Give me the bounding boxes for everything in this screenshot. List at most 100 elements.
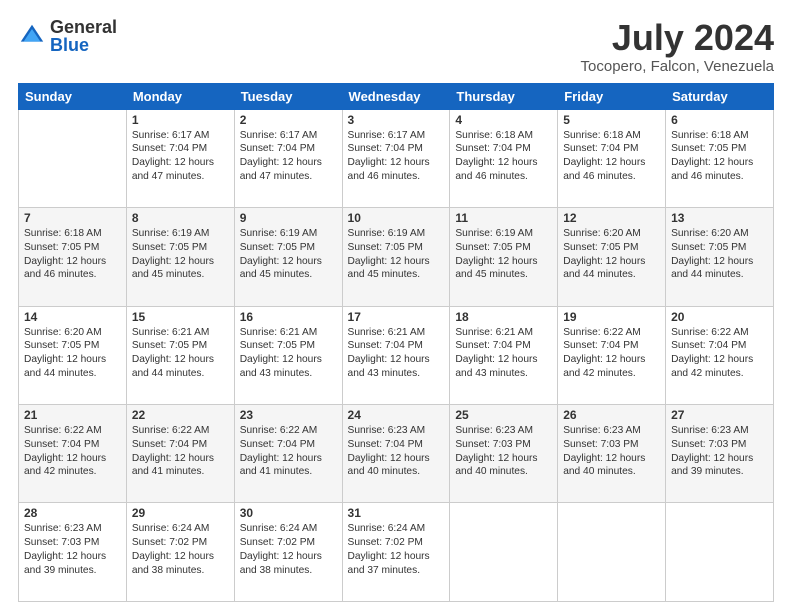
calendar-cell: 26 Sunrise: 6:23 AM Sunset: 7:03 PM Dayli… [558, 405, 666, 503]
day-number: 31 [348, 506, 445, 520]
title-section: July 2024 Tocopero, Falcon, Venezuela [581, 18, 774, 75]
subtitle: Tocopero, Falcon, Venezuela [581, 58, 774, 75]
calendar-cell: 2Sunrise: 6:17 AM Sunset: 7:04 PM Daylig… [234, 109, 342, 207]
calendar-cell: 25 Sunrise: 6:23 AM Sunset: 7:03 PM Dayli… [450, 405, 558, 503]
cell-info: Sunrise: 6:22 AM Sunset: 7:04 PM Dayligh… [24, 424, 121, 479]
calendar-cell: 4 Sunrise: 6:18 AM Sunset: 7:04 PM Daylig… [450, 109, 558, 207]
page: General Blue July 2024 Tocopero, Falcon,… [0, 0, 792, 612]
calendar-cell: 30 Sunrise: 6:24 AM Sunset: 7:02 PM Dayli… [234, 503, 342, 602]
calendar-cell: 24Sunrise: 6:23 AM Sunset: 7:04 PM Dayli… [342, 405, 450, 503]
calendar-cell [19, 109, 127, 207]
cell-info: Sunrise: 6:18 AM Sunset: 7:05 PM Dayligh… [24, 227, 121, 282]
logo-text: General Blue [50, 18, 117, 54]
day-number: 11 [455, 211, 552, 225]
calendar-cell: 27Sunrise: 6:23 AM Sunset: 7:03 PM Dayli… [666, 405, 774, 503]
header: General Blue July 2024 Tocopero, Falcon,… [18, 18, 774, 75]
cell-info: Sunrise: 6:23 AM Sunset: 7:03 PM Dayligh… [24, 522, 121, 577]
calendar-cell: 15 Sunrise: 6:21 AM Sunset: 7:05 PM Dayli… [126, 306, 234, 404]
day-number: 16 [240, 310, 337, 324]
calendar-day-header: Tuesday [234, 83, 342, 109]
day-number: 6 [671, 113, 768, 127]
cell-info: Sunrise: 6:23 AM Sunset: 7:03 PM Dayligh… [563, 424, 660, 479]
calendar-cell: 28 Sunrise: 6:23 AM Sunset: 7:03 PM Dayli… [19, 503, 127, 602]
day-number: 26 [563, 408, 660, 422]
cell-info: Sunrise: 6:21 AM Sunset: 7:04 PM Dayligh… [348, 326, 445, 381]
day-number: 4 [455, 113, 552, 127]
cell-info: Sunrise: 6:23 AM Sunset: 7:04 PM Dayligh… [348, 424, 445, 479]
day-number: 25 [455, 408, 552, 422]
calendar-day-header: Friday [558, 83, 666, 109]
calendar-day-header: Monday [126, 83, 234, 109]
day-number: 30 [240, 506, 337, 520]
cell-info: Sunrise: 6:19 AM Sunset: 7:05 PM Dayligh… [348, 227, 445, 282]
calendar-cell: 8Sunrise: 6:19 AM Sunset: 7:05 PM Daylig… [126, 208, 234, 306]
day-number: 14 [24, 310, 121, 324]
calendar-cell [450, 503, 558, 602]
cell-info: Sunrise: 6:20 AM Sunset: 7:05 PM Dayligh… [24, 326, 121, 381]
logo-icon [18, 22, 46, 50]
calendar-day-header: Wednesday [342, 83, 450, 109]
main-title: July 2024 [581, 18, 774, 58]
calendar-header-row: SundayMondayTuesdayWednesdayThursdayFrid… [19, 83, 774, 109]
calendar-day-header: Saturday [666, 83, 774, 109]
logo-blue: Blue [50, 36, 117, 54]
day-number: 20 [671, 310, 768, 324]
cell-info: Sunrise: 6:23 AM Sunset: 7:03 PM Dayligh… [671, 424, 768, 479]
logo: General Blue [18, 18, 117, 54]
calendar-cell: 21 Sunrise: 6:22 AM Sunset: 7:04 PM Dayli… [19, 405, 127, 503]
cell-info: Sunrise: 6:17 AM Sunset: 7:04 PM Dayligh… [132, 129, 229, 184]
calendar-week-row: 21 Sunrise: 6:22 AM Sunset: 7:04 PM Dayli… [19, 405, 774, 503]
calendar-cell: 17 Sunrise: 6:21 AM Sunset: 7:04 PM Dayli… [342, 306, 450, 404]
cell-info: Sunrise: 6:22 AM Sunset: 7:04 PM Dayligh… [563, 326, 660, 381]
day-number: 1 [132, 113, 229, 127]
calendar-cell: 18Sunrise: 6:21 AM Sunset: 7:04 PM Dayli… [450, 306, 558, 404]
day-number: 5 [563, 113, 660, 127]
cell-info: Sunrise: 6:23 AM Sunset: 7:03 PM Dayligh… [455, 424, 552, 479]
cell-info: Sunrise: 6:24 AM Sunset: 7:02 PM Dayligh… [132, 522, 229, 577]
cell-info: Sunrise: 6:19 AM Sunset: 7:05 PM Dayligh… [240, 227, 337, 282]
calendar: SundayMondayTuesdayWednesdayThursdayFrid… [18, 83, 774, 602]
day-number: 10 [348, 211, 445, 225]
calendar-week-row: 7 Sunrise: 6:18 AM Sunset: 7:05 PM Daylig… [19, 208, 774, 306]
cell-info: Sunrise: 6:22 AM Sunset: 7:04 PM Dayligh… [671, 326, 768, 381]
calendar-cell: 5 Sunrise: 6:18 AM Sunset: 7:04 PM Daylig… [558, 109, 666, 207]
calendar-cell: 6Sunrise: 6:18 AM Sunset: 7:05 PM Daylig… [666, 109, 774, 207]
calendar-cell: 23Sunrise: 6:22 AM Sunset: 7:04 PM Dayli… [234, 405, 342, 503]
calendar-cell: 1 Sunrise: 6:17 AM Sunset: 7:04 PM Daylig… [126, 109, 234, 207]
cell-info: Sunrise: 6:22 AM Sunset: 7:04 PM Dayligh… [240, 424, 337, 479]
cell-info: Sunrise: 6:18 AM Sunset: 7:04 PM Dayligh… [455, 129, 552, 184]
cell-info: Sunrise: 6:24 AM Sunset: 7:02 PM Dayligh… [240, 522, 337, 577]
day-number: 12 [563, 211, 660, 225]
calendar-cell: 29 Sunrise: 6:24 AM Sunset: 7:02 PM Dayli… [126, 503, 234, 602]
cell-info: Sunrise: 6:18 AM Sunset: 7:04 PM Dayligh… [563, 129, 660, 184]
calendar-cell: 16 Sunrise: 6:21 AM Sunset: 7:05 PM Dayli… [234, 306, 342, 404]
cell-info: Sunrise: 6:21 AM Sunset: 7:05 PM Dayligh… [240, 326, 337, 381]
calendar-cell: 12Sunrise: 6:20 AM Sunset: 7:05 PM Dayli… [558, 208, 666, 306]
day-number: 21 [24, 408, 121, 422]
calendar-day-header: Thursday [450, 83, 558, 109]
calendar-week-row: 28 Sunrise: 6:23 AM Sunset: 7:03 PM Dayli… [19, 503, 774, 602]
day-number: 15 [132, 310, 229, 324]
day-number: 2 [240, 113, 337, 127]
calendar-week-row: 14 Sunrise: 6:20 AM Sunset: 7:05 PM Dayli… [19, 306, 774, 404]
calendar-cell: 13 Sunrise: 6:20 AM Sunset: 7:05 PM Dayli… [666, 208, 774, 306]
calendar-cell: 9Sunrise: 6:19 AM Sunset: 7:05 PM Daylig… [234, 208, 342, 306]
cell-info: Sunrise: 6:21 AM Sunset: 7:05 PM Dayligh… [132, 326, 229, 381]
cell-info: Sunrise: 6:20 AM Sunset: 7:05 PM Dayligh… [671, 227, 768, 282]
day-number: 22 [132, 408, 229, 422]
cell-info: Sunrise: 6:24 AM Sunset: 7:02 PM Dayligh… [348, 522, 445, 577]
calendar-cell: 7 Sunrise: 6:18 AM Sunset: 7:05 PM Daylig… [19, 208, 127, 306]
calendar-cell: 31 Sunrise: 6:24 AM Sunset: 7:02 PM Dayli… [342, 503, 450, 602]
calendar-day-header: Sunday [19, 83, 127, 109]
calendar-cell: 19Sunrise: 6:22 AM Sunset: 7:04 PM Dayli… [558, 306, 666, 404]
calendar-cell [666, 503, 774, 602]
calendar-cell: 3Sunrise: 6:17 AM Sunset: 7:04 PM Daylig… [342, 109, 450, 207]
day-number: 17 [348, 310, 445, 324]
day-number: 13 [671, 211, 768, 225]
calendar-week-row: 1 Sunrise: 6:17 AM Sunset: 7:04 PM Daylig… [19, 109, 774, 207]
day-number: 28 [24, 506, 121, 520]
day-number: 29 [132, 506, 229, 520]
calendar-cell: 20 Sunrise: 6:22 AM Sunset: 7:04 PM Dayli… [666, 306, 774, 404]
day-number: 7 [24, 211, 121, 225]
cell-info: Sunrise: 6:19 AM Sunset: 7:05 PM Dayligh… [132, 227, 229, 282]
